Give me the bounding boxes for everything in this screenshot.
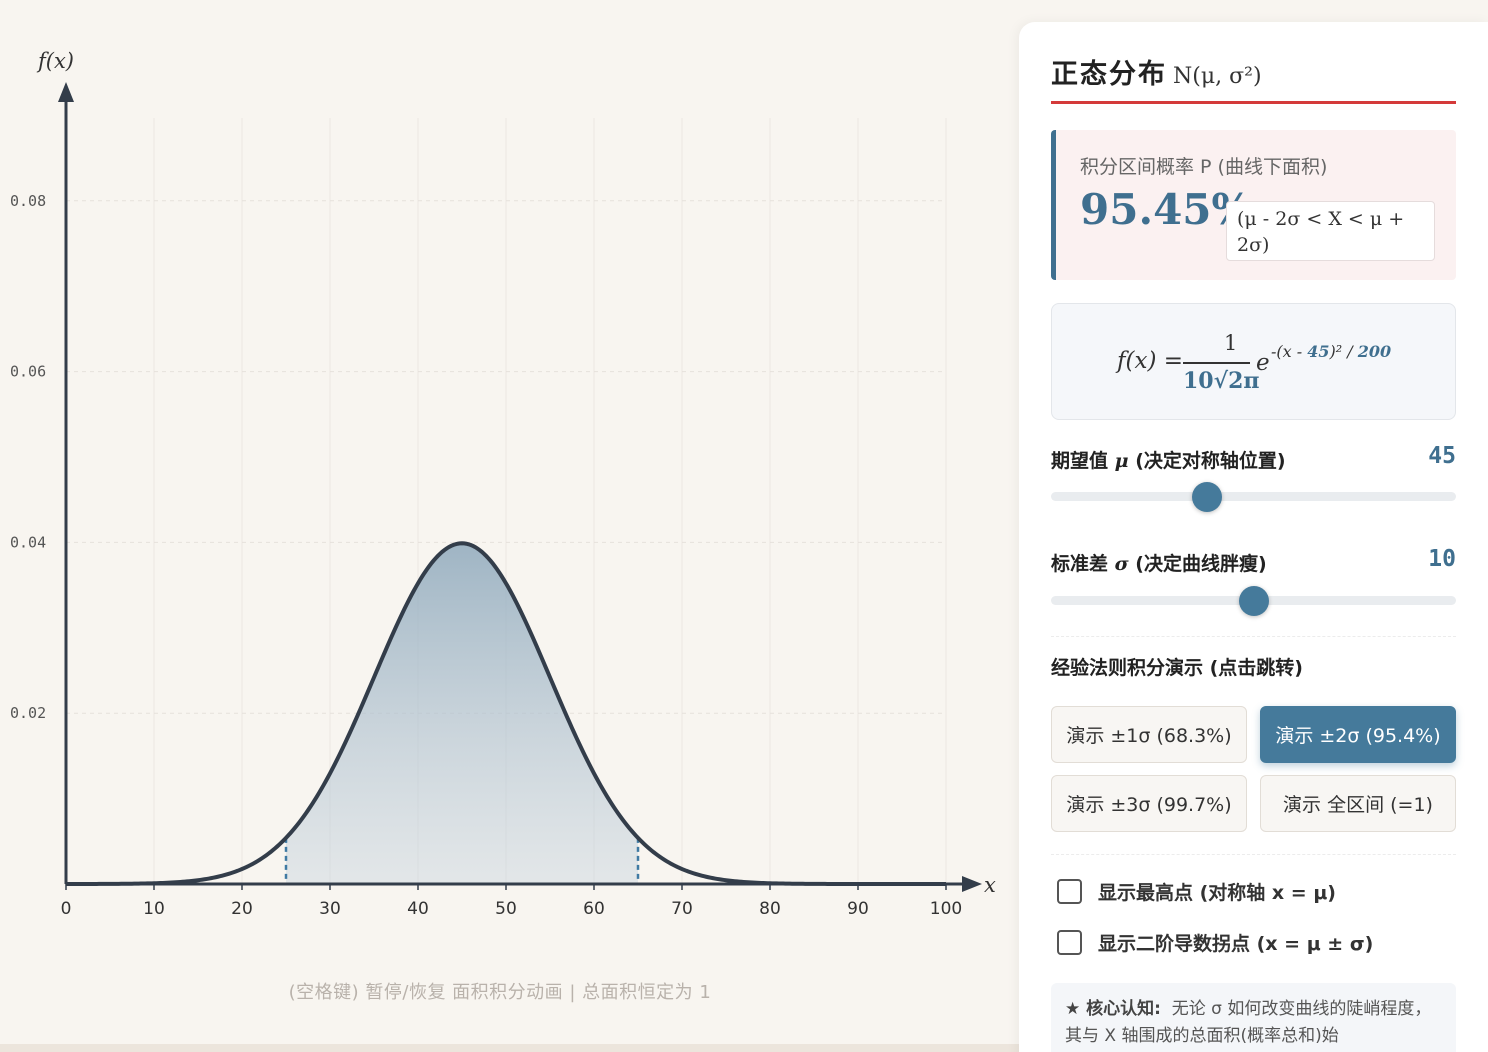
show-peak-toggle[interactable]: 显示最高点 (对称轴 x = μ) xyxy=(1057,878,1336,905)
sigma-slider-label: 标准差 σ (决定曲线胖瘦) xyxy=(1051,549,1267,576)
peak-checkbox-label: 显示最高点 (对称轴 x = μ) xyxy=(1098,882,1336,904)
title-notation: N(μ, σ²) xyxy=(1173,64,1262,89)
x-axis-label: x xyxy=(984,873,996,897)
y-tick-label: 0.02 xyxy=(10,704,46,722)
x-tick-label: 30 xyxy=(319,899,341,919)
exp-mu: 45 xyxy=(1307,342,1330,361)
insight-box: ★ 核心认知: 无论 σ 如何改变曲线的陡峭程度，其与 X 轴围成的总面积(概率… xyxy=(1051,983,1456,1052)
fraction-bar xyxy=(1183,362,1250,364)
x-tick-label: 40 xyxy=(407,899,429,919)
sigma-value: 10 xyxy=(1428,546,1456,572)
animation-hint: (空格键) 暂停/恢复 面积积分动画 | 总面积恒定为 1 xyxy=(288,982,712,1003)
x-tick-label: 70 xyxy=(671,899,693,919)
x-tick-label: 80 xyxy=(759,899,781,919)
mu-slider-label: 期望值 μ (决定对称轴位置) xyxy=(1051,446,1286,473)
formula-denominator: 10√2π xyxy=(1183,368,1260,394)
demo-1sigma-button[interactable]: 演示 ±1σ (68.3%) xyxy=(1051,706,1247,763)
formula-lhs: f(x) = xyxy=(1117,348,1184,374)
x-tick-label: 60 xyxy=(583,899,605,919)
exp-var: 200 xyxy=(1357,342,1392,361)
panel-title: 正态分布 N(μ, σ²) xyxy=(1051,52,1456,104)
probability-label: 积分区间概率 P (曲线下面积) xyxy=(1080,156,1328,178)
mu-value: 45 xyxy=(1428,443,1456,469)
sigma-label-text: 标准差 xyxy=(1051,553,1109,575)
mu-label-text: 期望值 xyxy=(1051,450,1109,472)
demo-2sigma-button[interactable]: 演示 ±2σ (95.4%) xyxy=(1260,706,1456,763)
show-inflection-toggle[interactable]: 显示二阶导数拐点 (x = μ ± σ) xyxy=(1057,929,1373,956)
y-tick-label: 0.04 xyxy=(10,533,46,551)
y-axis-arrow xyxy=(58,82,74,102)
inflection-checkbox[interactable] xyxy=(1057,930,1082,955)
x-tick-label: 100 xyxy=(930,899,962,919)
divider xyxy=(1051,636,1456,637)
formula-base: e xyxy=(1256,350,1270,376)
control-panel: 正态分布 N(μ, σ²) 积分区间概率 P (曲线下面积) 95.45% (μ … xyxy=(1019,22,1488,1052)
mu-symbol: μ xyxy=(1114,450,1129,472)
chart-area: 0 10 20 30 40 50 60 70 80 90 100 0.02 0.04 0.06 0.08 x f… xyxy=(0,0,1010,1052)
mu-slider-thumb[interactable] xyxy=(1191,482,1222,512)
demo-3sigma-button[interactable]: 演示 ±3σ (99.7%) xyxy=(1051,775,1247,832)
y-axis-label: f(x) xyxy=(36,49,74,73)
x-tick-label: 50 xyxy=(495,899,517,919)
x-tick-label: 90 xyxy=(847,899,869,919)
demo-full-range-button[interactable]: 演示 全区间 (=1) xyxy=(1260,775,1456,832)
sigma-symbol: σ xyxy=(1114,553,1129,575)
y-tick-label: 0.08 xyxy=(10,192,46,210)
mu-slider-track[interactable] xyxy=(1051,492,1456,501)
x-tick-label: 20 xyxy=(231,899,253,919)
normal-distribution-chart: 0 10 20 30 40 50 60 70 80 90 100 0.02 0.04 0.06 0.08 x f… xyxy=(10,49,996,919)
peak-checkbox[interactable] xyxy=(1057,879,1082,904)
x-tick-label: 0 xyxy=(61,899,72,919)
exp-mid: )² / xyxy=(1329,342,1358,361)
formula-box: f(x) = 1 10√2π e -(x - 45)² / 200 xyxy=(1051,303,1456,420)
x-tick-label: 10 xyxy=(143,899,165,919)
x-axis-arrow xyxy=(962,876,982,892)
formula-numerator: 1 xyxy=(1224,331,1238,355)
exp-prefix: -(x - xyxy=(1271,342,1308,361)
mu-desc: (决定对称轴位置) xyxy=(1135,450,1286,472)
insight-title: ★ 核心认知: xyxy=(1065,999,1161,1019)
divider xyxy=(1051,854,1456,855)
title-text: 正态分布 xyxy=(1051,59,1167,90)
y-tick-label: 0.06 xyxy=(10,363,46,381)
probability-range: (μ - 2σ < X < μ + 2σ) xyxy=(1226,201,1435,261)
formula-exponent: -(x - 45)² / 200 xyxy=(1271,342,1391,361)
probability-card: 积分区间概率 P (曲线下面积) 95.45% (μ - 2σ < X < μ … xyxy=(1051,130,1456,280)
demo-section-title: 经验法则积分演示 (点击跳转) xyxy=(1051,657,1303,679)
sigma-desc: (决定曲线胖瘦) xyxy=(1135,553,1267,575)
inflection-checkbox-label: 显示二阶导数拐点 (x = μ ± σ) xyxy=(1098,933,1374,955)
sigma-slider-thumb[interactable] xyxy=(1238,586,1269,616)
